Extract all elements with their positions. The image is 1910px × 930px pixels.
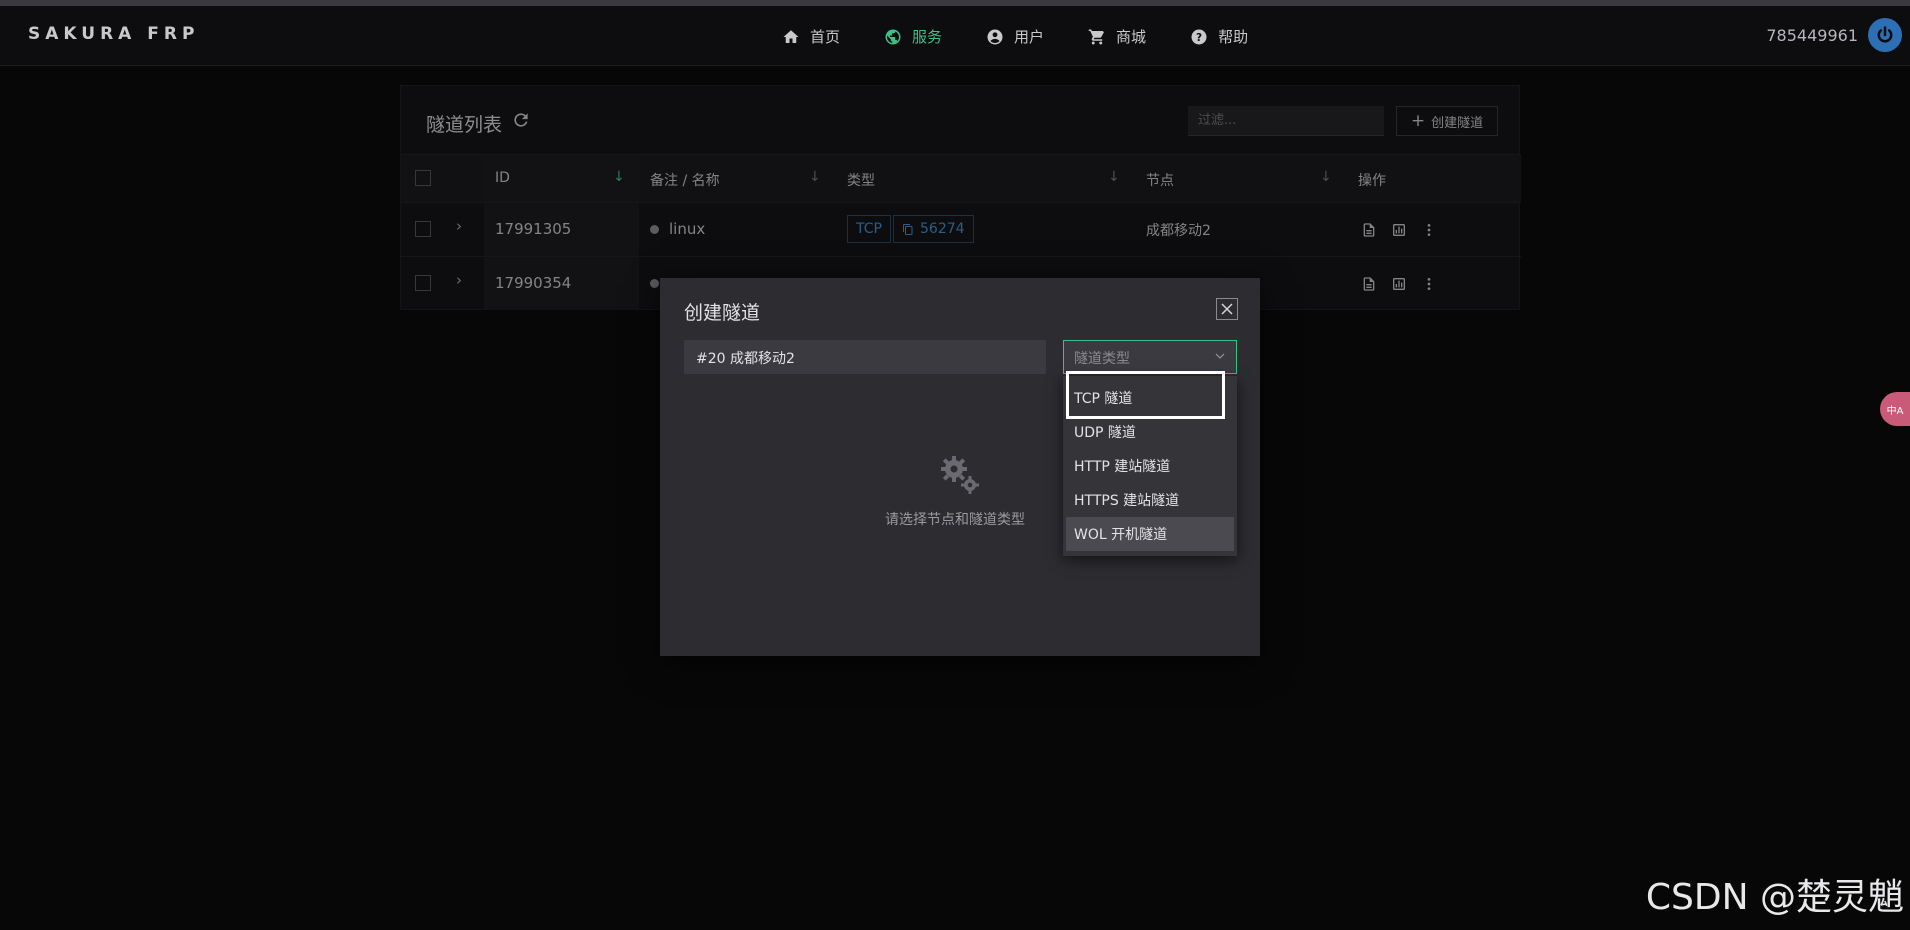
nav-item-service[interactable]: 服务	[862, 20, 964, 53]
dropdown-option-wol[interactable]: WOL 开机隧道	[1066, 517, 1234, 551]
annotation-highlight-box	[1066, 371, 1225, 419]
nav-label-user: 用户	[1014, 28, 1045, 46]
user-id[interactable]: 785449961	[1766, 26, 1858, 45]
gears-icon	[941, 456, 979, 494]
nav-label-help: 帮助	[1218, 28, 1249, 46]
nav-item-help[interactable]: ? 帮助	[1168, 20, 1270, 53]
dropdown-option-udp[interactable]: UDP 隧道	[1063, 415, 1237, 449]
close-icon	[1221, 303, 1233, 315]
brand-logo-text[interactable]: SAKURA FRP	[28, 24, 199, 44]
dialog-title: 创建隧道	[684, 302, 761, 324]
watermark: CSDN @楚灵魈	[1645, 877, 1904, 918]
nav-label-service: 服务	[912, 28, 943, 46]
tunnel-type-placeholder: 隧道类型	[1074, 351, 1130, 367]
node-select[interactable]: #20 成都移动2	[684, 340, 1046, 374]
svg-text:?: ?	[1196, 31, 1202, 43]
nav-item-shop[interactable]: 商城	[1066, 20, 1168, 53]
nav-label-home: 首页	[810, 28, 841, 46]
cart-icon	[1088, 29, 1105, 44]
top-navbar: SAKURA FRP 首页 服务 用户 商城 ? 帮助 785449961	[0, 0, 1910, 66]
language-badge[interactable]: 中A	[1880, 392, 1910, 426]
help-circle-icon: ?	[1191, 29, 1207, 44]
globe-icon	[885, 29, 901, 44]
nav-item-user[interactable]: 用户	[964, 20, 1066, 53]
chevron-down-icon	[1215, 353, 1225, 359]
power-icon	[1877, 26, 1893, 43]
home-icon	[783, 29, 799, 43]
close-button[interactable]	[1216, 298, 1238, 320]
main-nav: 首页 服务 用户 商城 ? 帮助	[760, 20, 1270, 53]
account-circle-icon	[987, 29, 1003, 44]
dropdown-option-http[interactable]: HTTP 建站隧道	[1063, 449, 1237, 483]
tunnel-type-select[interactable]: 隧道类型	[1063, 340, 1237, 374]
nav-item-home[interactable]: 首页	[760, 20, 862, 53]
dropdown-option-https[interactable]: HTTPS 建站隧道	[1063, 483, 1237, 517]
nav-label-shop: 商城	[1116, 28, 1147, 46]
power-button[interactable]	[1868, 18, 1902, 52]
